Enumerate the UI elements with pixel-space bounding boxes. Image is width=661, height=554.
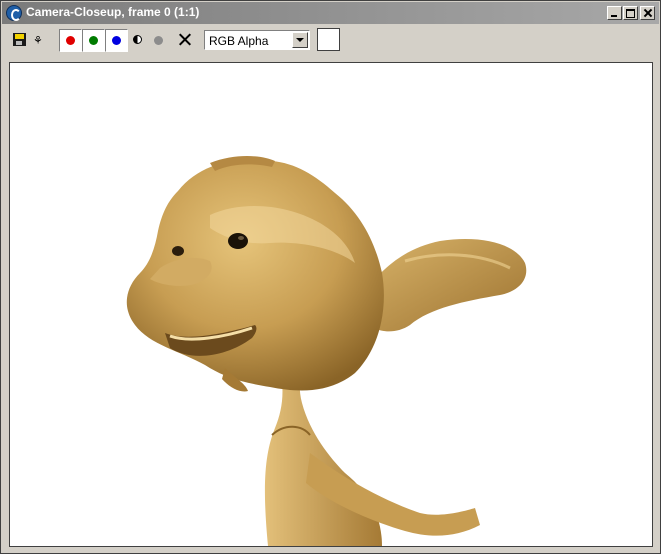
half-circle-icon xyxy=(133,35,142,44)
rendered-character-image xyxy=(126,156,527,546)
alpha-channel-button[interactable] xyxy=(148,29,170,51)
color-swatch[interactable] xyxy=(317,28,340,51)
render-viewport[interactable] xyxy=(9,62,653,547)
character-eye xyxy=(228,233,248,249)
character-ear xyxy=(362,239,527,332)
close-button[interactable] xyxy=(640,6,655,20)
title-bar[interactable]: Camera-Closeup, frame 0 (1:1) xyxy=(2,2,659,24)
minimize-button[interactable] xyxy=(607,6,622,20)
monochrome-button[interactable] xyxy=(127,29,149,51)
clone-window-button[interactable]: ⚘ xyxy=(31,29,53,51)
maximize-button[interactable] xyxy=(623,6,638,20)
chevron-down-icon[interactable] xyxy=(292,32,308,48)
clear-button[interactable] xyxy=(174,29,196,51)
blue-dot-icon xyxy=(112,36,121,45)
window-title: Camera-Closeup, frame 0 (1:1) xyxy=(26,5,200,19)
gray-dot-icon xyxy=(154,36,163,45)
blue-channel-toggle[interactable] xyxy=(105,29,128,52)
rendered-frame-window: Camera-Closeup, frame 0 (1:1) ⚘ RGB Alph… xyxy=(0,0,661,554)
red-dot-icon xyxy=(66,36,75,45)
green-channel-toggle[interactable] xyxy=(82,29,105,52)
toolbar: ⚘ RGB Alpha xyxy=(2,25,659,55)
green-dot-icon xyxy=(89,36,98,45)
app-logo-icon[interactable] xyxy=(6,5,22,21)
character-head xyxy=(126,156,384,392)
red-channel-toggle[interactable] xyxy=(59,29,82,52)
character-body xyxy=(264,363,480,546)
save-image-button[interactable] xyxy=(9,29,31,51)
floppy-disk-icon xyxy=(13,33,26,46)
dropdown-selected-value: RGB Alpha xyxy=(209,34,269,48)
clone-icon: ⚘ xyxy=(33,35,43,47)
display-channel-dropdown[interactable]: RGB Alpha xyxy=(204,30,310,50)
